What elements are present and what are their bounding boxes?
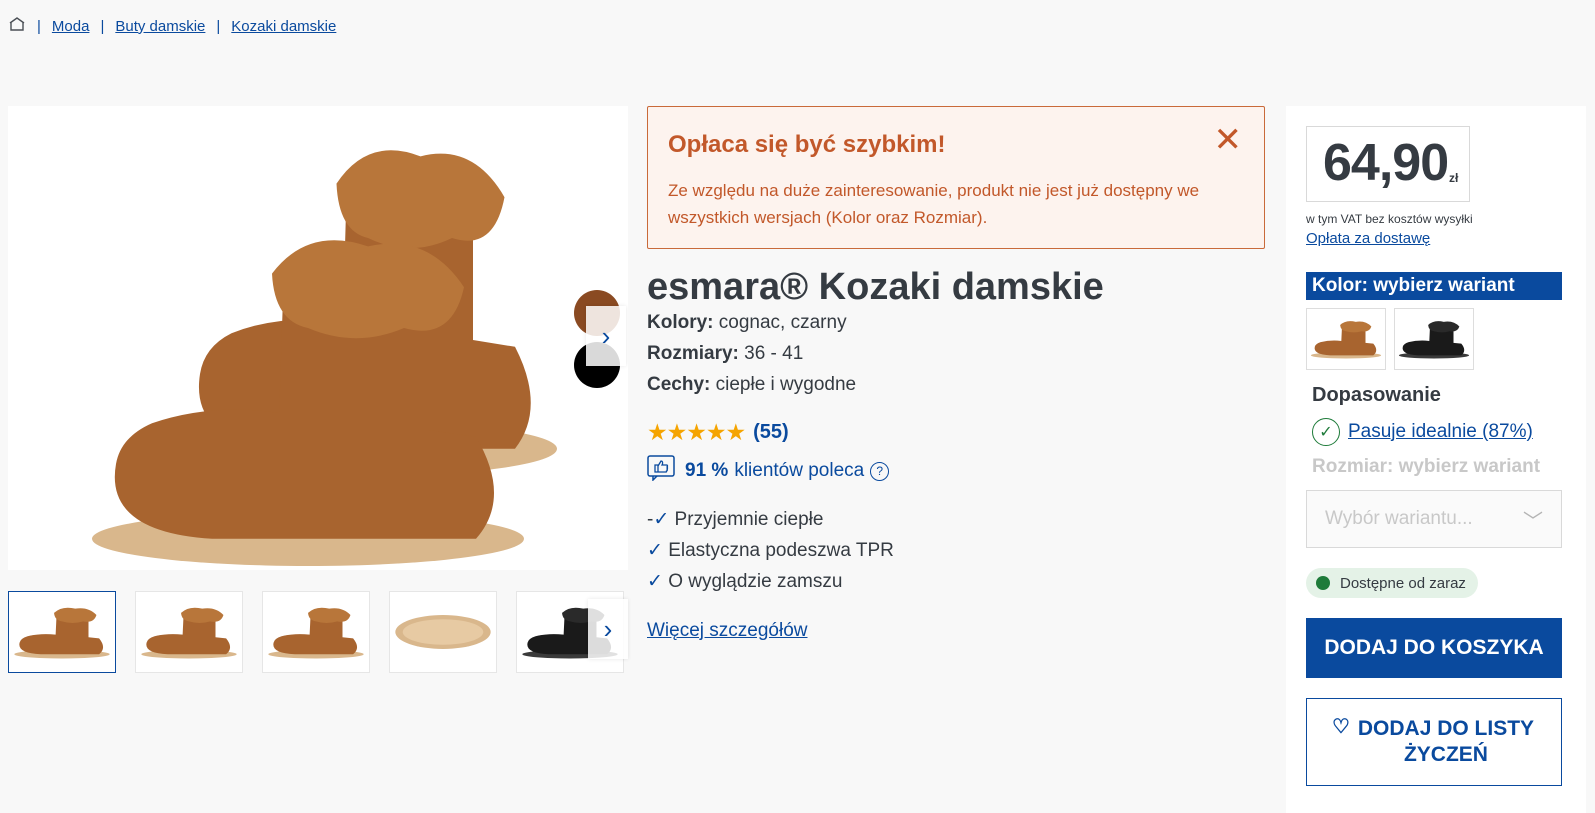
add-to-wishlist-button[interactable]: ♡ DODAJ DO LISTY ŻYCZEŃ [1306, 698, 1562, 786]
thumbnail-4[interactable] [389, 591, 497, 673]
thumbnails-next-button[interactable]: › [588, 599, 628, 659]
color-option-cognac[interactable] [1306, 308, 1386, 370]
wishlist-content: ♡ DODAJ DO LISTY ŻYCZEŃ [1332, 716, 1536, 768]
wishlist-label: DODAJ DO LISTY ŻYCZEŃ [1357, 717, 1535, 766]
image-next-button[interactable]: › [586, 306, 626, 366]
spec-value: 36 - 41 [738, 343, 804, 364]
add-to-cart-button[interactable]: DODAJ DO KOSZYKA [1306, 618, 1562, 678]
main-product-image[interactable]: › [8, 106, 628, 570]
spec-colors: Kolory: cognac, czarny [647, 312, 847, 334]
heart-icon: ♡ [1332, 716, 1350, 738]
spec-label: Kolory: [647, 312, 714, 333]
recommendation: 91 % klientów poleca ? [647, 455, 890, 487]
spec-label: Cechy: [647, 374, 711, 395]
breadcrumb-separator: | [37, 17, 41, 35]
feature-text: Elastyczna podeszwa TPR [662, 540, 894, 561]
availability-badge: Dostępne od zaraz [1306, 568, 1478, 598]
size-label: Rozmiar: wybierz wariant [1312, 456, 1541, 477]
breadcrumb-separator: | [216, 17, 221, 35]
boots-image [92, 150, 557, 566]
spec-label: Rozmiary: [647, 343, 739, 364]
thumbnail-2[interactable] [135, 591, 243, 673]
size-select[interactable]: Wybór wariantu... ﹀ [1306, 490, 1562, 548]
fit-link[interactable]: Pasuje idealnie (87%) [1348, 421, 1533, 443]
breadcrumb-separator: | [100, 17, 105, 35]
checkmark-icon: ✓ [653, 509, 670, 530]
breadcrumb-item-moda[interactable]: Moda [52, 18, 90, 35]
rating-count[interactable]: (55) [753, 421, 789, 444]
vat-note: w tym VAT bez kosztów wysyłki [1306, 212, 1473, 226]
checkmark-icon: ✓ [647, 571, 663, 592]
alert-title: Opłaca się być szybkim! [668, 131, 946, 158]
color-option-black[interactable] [1394, 308, 1474, 370]
product-title: esmara® Kozaki damskie [647, 266, 1104, 308]
recommend-percent: 91 % [685, 460, 729, 481]
check-circle-icon: ✓ [1312, 418, 1340, 446]
price-box: 64,90 zł [1306, 126, 1470, 202]
recommend-text: klientów poleca [734, 460, 865, 481]
rating[interactable]: ★★★★★ (55) [647, 419, 789, 446]
availability-text: Dostępne od zaraz [1340, 574, 1466, 592]
spec-sizes: Rozmiary: 36 - 41 [647, 343, 803, 365]
chevron-down-icon: ﹀ [1523, 511, 1543, 533]
price-currency: zł [1449, 171, 1459, 185]
chevron-right-icon: › [603, 613, 613, 644]
chevron-right-icon: › [601, 320, 611, 351]
status-dot-icon [1316, 576, 1330, 590]
feature-item: ✓ Elastyczna podeszwa TPR [647, 539, 894, 562]
feature-text: Przyjemnie ciepłe [669, 509, 824, 530]
more-details-link[interactable]: Więcej szczegółów [647, 620, 808, 642]
help-icon[interactable]: ? [870, 461, 890, 481]
feature-item: ✓ O wyglądzie zamszu [647, 570, 842, 593]
thumbnail-3[interactable] [262, 591, 370, 673]
breadcrumb-item-kozaki-damskie[interactable]: Kozaki damskie [231, 18, 336, 35]
thumbnail-strip: › [8, 591, 628, 673]
spec-value: ciepłe i wygodne [710, 374, 857, 395]
color-label: Kolor: wybierz wariant [1306, 272, 1562, 300]
stock-alert: Opłaca się być szybkim! Ze względu na du… [647, 106, 1265, 249]
close-icon[interactable]: ✕ [1214, 123, 1243, 157]
checkmark-icon: ✓ [647, 540, 663, 561]
fit-info: ✓ Pasuje idealnie (87%) [1312, 418, 1533, 446]
purchase-panel: 64,90 zł w tym VAT bez kosztów wysyłki O… [1286, 106, 1586, 813]
spec-value: cognac, czarny [713, 312, 847, 333]
price: 64,90 [1323, 134, 1449, 192]
fit-title: Dopasowanie [1312, 384, 1441, 406]
breadcrumb-item-buty-damskie[interactable]: Buty damskie [115, 18, 205, 35]
star-rating-icon: ★★★★★ [647, 419, 746, 445]
feature-item: -✓ Przyjemnie ciepłe [647, 508, 823, 531]
delivery-cost-link[interactable]: Opłata za dostawę [1306, 230, 1430, 247]
home-icon[interactable] [8, 16, 26, 36]
feature-text: O wyglądzie zamszu [662, 571, 843, 592]
thumbs-up-icon [647, 455, 675, 487]
spec-features: Cechy: ciepłe i wygodne [647, 374, 856, 396]
select-placeholder: Wybór wariantu... [1325, 508, 1473, 529]
alert-text: Ze względu na duże zainteresowanie, prod… [668, 181, 1200, 227]
breadcrumb: | Moda | Buty damskie | Kozaki damskie [8, 14, 336, 38]
thumbnail-1[interactable] [8, 591, 116, 673]
